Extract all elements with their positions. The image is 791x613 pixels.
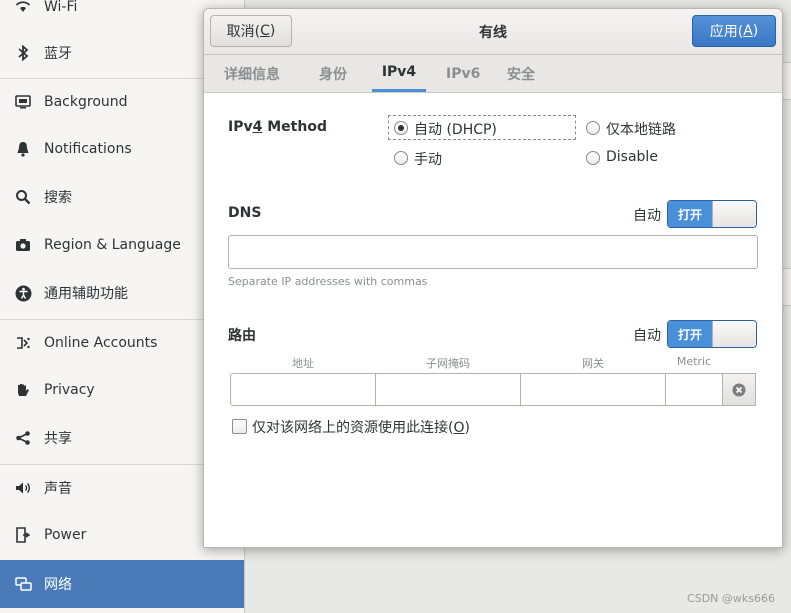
sidebar-item-label: 网络 [44,577,72,593]
apply-label-prefix: 应用( [709,24,744,40]
route-gateway-input[interactable] [520,373,666,406]
switch-knob [712,201,756,227]
tab-ipv6[interactable]: IPv6 [446,55,480,92]
dialog-headerbar: 取消(C) 有线 应用(A) [204,9,782,55]
sidebar-item-label: 蓝牙 [44,46,72,62]
bell-icon [14,140,32,158]
speaker-icon [14,479,32,497]
apply-button[interactable]: 应用(A) [692,15,776,47]
sidebar-item-label: 搜索 [44,190,72,206]
share-icon [14,429,32,447]
sidebar-item-network[interactable]: 网络 [0,560,244,608]
sidebar-item-label: 共享 [44,431,72,447]
sidebar-item-label: 声音 [44,480,72,497]
dns-input[interactable] [228,235,758,269]
switch-knob [712,321,756,347]
route-col-metric: Metric [676,355,712,368]
sidebar-item-label: Privacy [44,382,95,398]
tab-ipv4[interactable]: IPv4 [372,55,426,92]
sidebar-item-label: Wi-Fi [44,0,78,15]
clear-icon [732,383,746,396]
wired-connection-dialog: 取消(C) 有线 应用(A) 详细信息 身份 IPv4 IPv6 安全 IPv4… [203,8,783,548]
routes-label: 路由 [228,328,256,344]
radio-automatic-dhcp-label[interactable]: 自动 (DHCP) [414,119,497,139]
sidebar-item-label: 通用辅助功能 [44,286,128,302]
power-icon [14,526,32,544]
sidebar-item-label: Power [44,527,87,543]
online-accounts-icon [14,334,32,352]
apply-label-suffix: ) [752,23,759,39]
ipv4-method-label-suffix: Method [262,119,327,135]
route-metric-input[interactable] [665,373,723,406]
radio-disable[interactable] [586,151,600,165]
radio-manual-label[interactable]: 手动 [414,149,442,169]
radio-automatic-dhcp[interactable] [394,121,408,135]
hand-icon [14,381,32,399]
route-col-netmask: 子网掩码 [426,357,470,370]
routes-auto-label: 自动 [633,328,661,344]
route-address-input[interactable] [230,373,376,406]
only-local-label-prefix: 仅对该网络上的资源使用此连接( [252,420,454,436]
only-local-resources-checkbox[interactable] [232,419,247,434]
sidebar-item-label: Region & Language [44,237,181,253]
background-icon [14,93,32,111]
only-local-label-suffix: ) [464,420,470,436]
switch-on-label: 打开 [668,201,712,227]
radio-manual[interactable] [394,151,408,165]
ipv4-method-mnemonic: 4 [252,119,263,135]
dns-auto-switch[interactable]: 打开 [667,200,757,228]
search-icon [14,188,32,206]
only-local-mnemonic: O [453,420,465,436]
only-local-resources-label[interactable]: 仅对该网络上的资源使用此连接(O) [252,417,470,437]
sidebar-item-label: Online Accounts [44,334,158,351]
dns-auto-label: 自动 [633,208,661,224]
accessibility-icon [14,284,32,302]
tab-identity[interactable]: 身份 [319,55,347,92]
wifi-icon [14,0,32,16]
tab-details[interactable]: 详细信息 [224,55,280,92]
dns-hint: Separate IP addresses with commas [228,275,428,288]
routes-auto-switch[interactable]: 打开 [667,320,757,348]
bluetooth-icon [14,44,32,62]
sidebar-item-label: Background [44,93,128,110]
route-netmask-input[interactable] [375,373,521,406]
network-icon [14,575,32,593]
radio-disable-label[interactable]: Disable [606,149,658,165]
radio-link-local[interactable] [586,121,600,135]
ipv4-method-label-prefix: IPv [228,119,253,135]
switch-on-label: 打开 [668,321,712,347]
route-delete-button[interactable] [722,373,756,406]
camera-icon [14,236,32,254]
watermark: CSDN @wks666 [687,592,775,605]
ipv4-method-label: IPv4 Method [228,119,327,135]
route-col-gateway: 网关 [582,357,604,370]
apply-mnemonic: A [743,23,753,39]
tab-security[interactable]: 安全 [507,55,535,92]
radio-link-local-label[interactable]: 仅本地链路 [606,119,676,139]
tab-bar: 详细信息 身份 IPv4 IPv6 安全 [204,55,782,93]
dns-label: DNS [228,205,262,221]
sidebar-item-label: Notifications [44,141,132,157]
route-col-address: 地址 [292,357,314,370]
